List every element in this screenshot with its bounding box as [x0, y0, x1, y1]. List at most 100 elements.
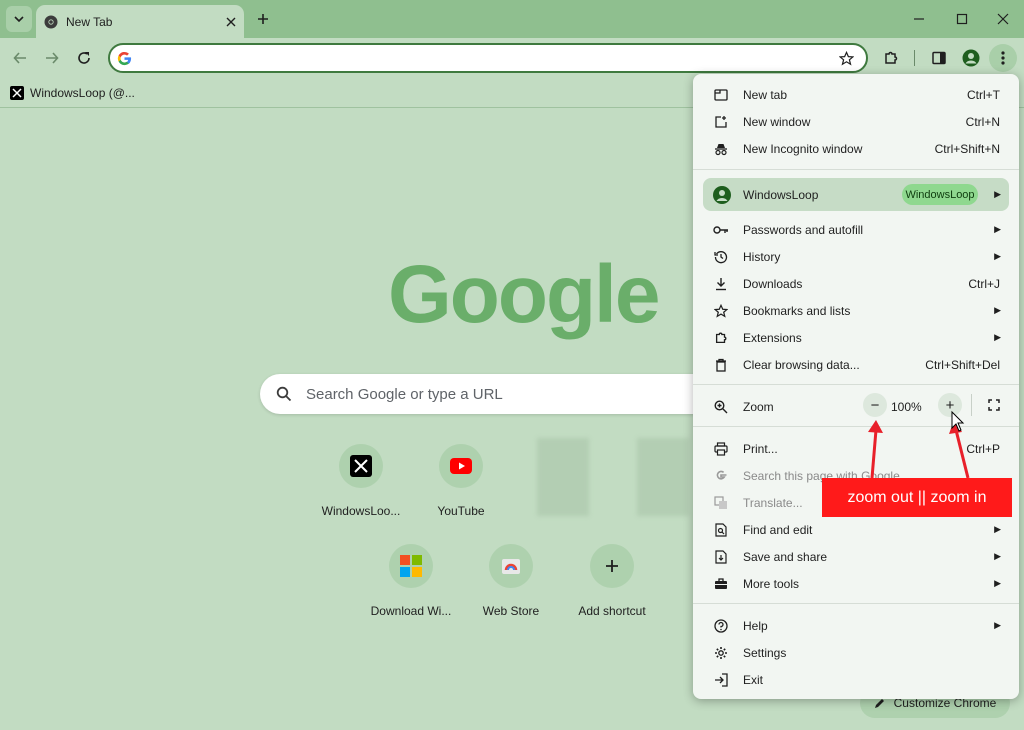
exit-icon — [713, 672, 729, 688]
back-button[interactable] — [6, 44, 34, 72]
menu-item-downloads[interactable]: Downloads Ctrl+J — [693, 270, 1019, 297]
shortcut-tile-windowsloop[interactable]: WindowsLoo... — [311, 444, 411, 518]
plus-icon — [606, 560, 618, 572]
profile-button[interactable] — [957, 44, 985, 72]
menu-item-new-incognito[interactable]: New Incognito window Ctrl+Shift+N — [693, 135, 1019, 162]
add-shortcut-tile[interactable]: Add shortcut — [562, 544, 662, 618]
menu-item-new-tab[interactable]: New tab Ctrl+T — [693, 81, 1019, 108]
ntp-search-box[interactable]: Search Google or type a URL — [260, 374, 720, 414]
zoom-in-button[interactable]: + — [938, 393, 962, 417]
chrome-menu-button[interactable] — [989, 44, 1017, 72]
blurred-shortcut — [637, 438, 689, 516]
close-window-button[interactable] — [990, 6, 1016, 32]
toolbar-divider — [914, 50, 915, 66]
maximize-button[interactable] — [949, 6, 975, 32]
menu-separator — [693, 169, 1019, 170]
puzzle-icon — [885, 51, 898, 64]
menu-label: New tab — [743, 87, 788, 102]
menu-shortcut: Ctrl+N — [965, 114, 1000, 129]
menu-label: Zoom — [743, 399, 774, 414]
key-icon — [713, 222, 729, 238]
extensions-button[interactable] — [877, 44, 905, 72]
gear-icon — [713, 645, 729, 661]
close-icon[interactable] — [226, 17, 236, 27]
tab-title: New Tab — [66, 14, 113, 29]
shortcut-label: YouTube — [437, 504, 485, 518]
shortcut-tile-web-store[interactable]: Web Store — [461, 544, 561, 618]
profile-avatar-icon — [962, 49, 980, 67]
incognito-icon — [713, 141, 729, 157]
menu-item-more-tools[interactable]: More tools ▶ — [693, 570, 1019, 597]
menu-item-passwords[interactable]: Passwords and autofill ▶ — [693, 216, 1019, 243]
minimize-button[interactable] — [906, 6, 932, 32]
menu-item-find-edit[interactable]: Find and edit ▶ — [693, 516, 1019, 543]
menu-item-new-window[interactable]: New window Ctrl+N — [693, 108, 1019, 135]
submenu-arrow-icon: ▶ — [994, 551, 1001, 561]
submenu-arrow-icon: ▶ — [994, 620, 1001, 630]
menu-item-clear-data[interactable]: Clear browsing data... Ctrl+Shift+Del — [693, 351, 1019, 378]
microsoft-logo-icon — [400, 555, 422, 577]
menu-label: More tools — [743, 576, 800, 591]
download-icon — [713, 276, 729, 292]
fullscreen-icon — [988, 399, 1000, 411]
toolbar — [0, 38, 1024, 78]
menu-label: Save and share — [743, 549, 828, 564]
menu-item-history[interactable]: History ▶ — [693, 243, 1019, 270]
shortcut-tile-download-windows[interactable]: Download Wi... — [361, 544, 461, 618]
menu-shortcut: Ctrl+J — [968, 276, 1000, 291]
bookmark-star-icon[interactable] — [839, 51, 854, 66]
bookmark-item[interactable]: WindowsLoop (@... — [10, 82, 135, 104]
forward-button[interactable] — [38, 44, 66, 72]
shortcut-icon-circle — [389, 544, 433, 588]
shortcut-tile-youtube[interactable]: YouTube — [411, 444, 511, 518]
x-logo-icon — [350, 455, 372, 477]
star-icon — [713, 303, 729, 319]
side-panel-button[interactable] — [925, 44, 953, 72]
submenu-arrow-icon: ▶ — [994, 332, 1001, 342]
blurred-shortcut — [537, 438, 589, 516]
ntp-search-placeholder: Search Google or type a URL — [306, 385, 503, 403]
translate-icon — [713, 495, 729, 511]
menu-label: Translate... — [743, 495, 803, 510]
shortcut-icon-circle — [590, 544, 634, 588]
submenu-arrow-icon: ▶ — [994, 224, 1001, 234]
menu-shortcut: Ctrl+Shift+N — [934, 141, 1000, 156]
menu-item-exit[interactable]: Exit — [693, 666, 1019, 693]
minimize-icon — [914, 18, 924, 20]
menu-separator — [693, 603, 1019, 604]
menu-label: New window — [743, 114, 811, 129]
chrome-menu: New tab Ctrl+T New window Ctrl+N New Inc… — [693, 74, 1019, 699]
x-logo-icon — [10, 86, 24, 100]
menu-label: Print... — [743, 441, 778, 456]
menu-item-save-share[interactable]: Save and share ▶ — [693, 543, 1019, 570]
tab-new-tab[interactable]: New Tab — [36, 5, 244, 38]
address-bar[interactable] — [108, 43, 868, 73]
fullscreen-button[interactable] — [983, 394, 1005, 416]
menu-label: Settings — [743, 645, 787, 660]
google-g-icon — [117, 51, 132, 66]
reload-button[interactable] — [70, 44, 98, 72]
new-tab-icon — [713, 87, 729, 103]
puzzle-icon — [713, 330, 729, 346]
shortcut-label: Web Store — [482, 604, 540, 618]
menu-item-bookmarks[interactable]: Bookmarks and lists ▶ — [693, 297, 1019, 324]
menu-label: New Incognito window — [743, 141, 863, 156]
menu-item-extensions[interactable]: Extensions ▶ — [693, 324, 1019, 351]
shortcut-label: Add shortcut — [578, 604, 646, 618]
submenu-arrow-icon: ▶ — [994, 251, 1001, 261]
menu-shortcut: Ctrl+Shift+Del — [925, 357, 1000, 372]
address-input[interactable] — [140, 49, 820, 69]
google-logo: Google — [388, 249, 660, 340]
zoom-out-button[interactable]: − — [863, 393, 887, 417]
new-tab-button[interactable] — [250, 6, 276, 32]
toolbox-icon — [713, 576, 729, 592]
menu-item-settings[interactable]: Settings — [693, 639, 1019, 666]
menu-separator — [693, 426, 1019, 427]
menu-label: Exit — [743, 672, 764, 687]
menu-profile-row[interactable]: WindowsLoop WindowsLoop ▶ — [703, 178, 1009, 211]
chevron-down-icon — [14, 16, 24, 23]
menu-label: Help — [743, 618, 768, 633]
menu-item-print[interactable]: Print... Ctrl+P — [693, 435, 1019, 462]
tab-search-button[interactable] — [6, 6, 32, 32]
menu-item-help[interactable]: Help ▶ — [693, 612, 1019, 639]
